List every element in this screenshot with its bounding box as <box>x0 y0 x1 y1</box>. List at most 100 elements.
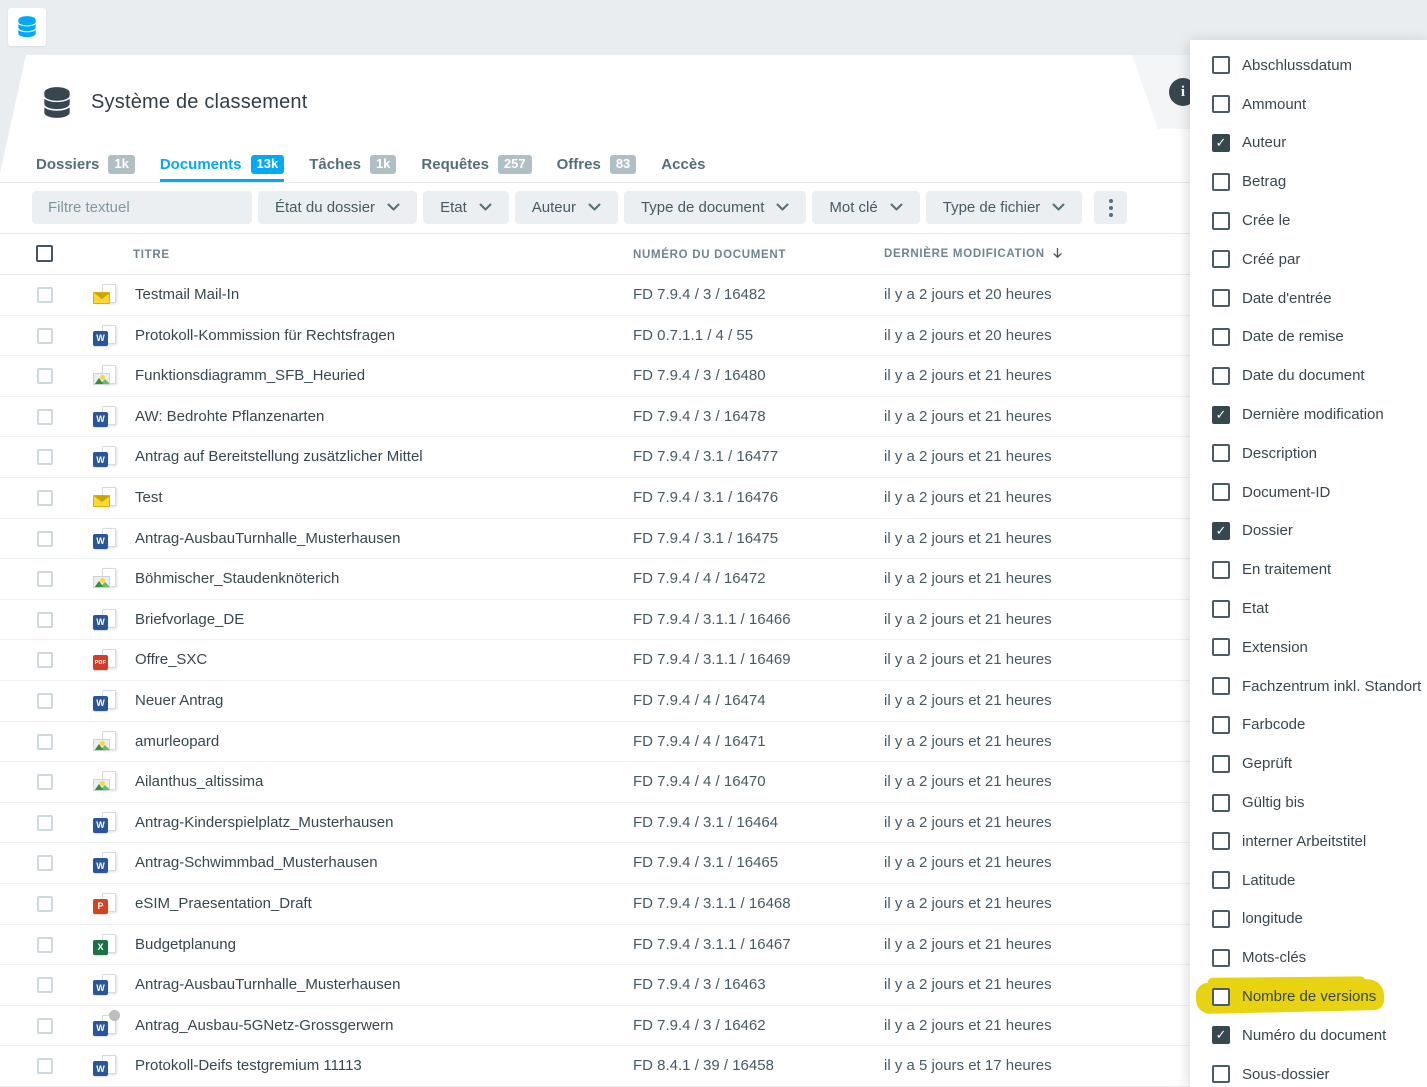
column-checkbox[interactable]: ✓ <box>1212 522 1230 540</box>
column-option[interactable]: ✓ Numéro du document <box>1190 1016 1427 1055</box>
filter-dropdown[interactable]: Auteur <box>515 191 618 224</box>
column-checkbox[interactable]: ✓ <box>1212 1026 1230 1044</box>
row-checkbox[interactable] <box>37 774 53 790</box>
column-option[interactable]: Gültig bis <box>1190 783 1427 822</box>
column-checkbox[interactable] <box>1212 677 1230 695</box>
column-checkbox[interactable] <box>1212 600 1230 618</box>
column-checkbox[interactable] <box>1212 173 1230 191</box>
column-header-title[interactable]: TITRE <box>133 249 170 261</box>
column-option[interactable]: Mots-clés <box>1190 938 1427 977</box>
filter-dropdown[interactable]: Type de fichier <box>926 191 1083 224</box>
document-title[interactable]: Ailanthus_altissima <box>135 773 263 790</box>
column-checkbox[interactable] <box>1212 212 1230 230</box>
column-option[interactable]: Date d'entrée <box>1190 279 1427 318</box>
row-checkbox[interactable] <box>37 612 53 628</box>
column-checkbox[interactable] <box>1212 988 1230 1006</box>
column-header-number[interactable]: NUMÉRO DU DOCUMENT <box>633 249 786 261</box>
select-all-checkbox[interactable] <box>36 245 53 262</box>
app-logo[interactable] <box>8 8 46 46</box>
row-checkbox[interactable] <box>37 328 53 344</box>
column-checkbox[interactable] <box>1212 367 1230 385</box>
column-option[interactable]: Etat <box>1190 589 1427 628</box>
column-option[interactable]: Farbcode <box>1190 706 1427 745</box>
row-checkbox[interactable] <box>37 652 53 668</box>
column-checkbox[interactable] <box>1212 250 1230 268</box>
tab-tâches[interactable]: Tâches 1k <box>309 150 396 182</box>
column-option[interactable]: Description <box>1190 434 1427 473</box>
column-header-modified[interactable]: DERNIÈRE MODIFICATION <box>884 246 1065 261</box>
column-checkbox[interactable] <box>1212 716 1230 734</box>
column-checkbox[interactable] <box>1212 910 1230 928</box>
tab-offres[interactable]: Offres 83 <box>557 150 637 182</box>
document-title[interactable]: AW: Bedrohte Pflanzenarten <box>135 408 324 425</box>
tab-dossiers[interactable]: Dossiers 1k <box>36 150 135 182</box>
row-checkbox[interactable] <box>37 977 53 993</box>
text-filter-input[interactable] <box>32 191 252 224</box>
document-title[interactable]: Protokoll-Deifs testgremium 11113 <box>135 1057 362 1074</box>
column-checkbox[interactable] <box>1212 755 1230 773</box>
document-title[interactable]: eSIM_Praesentation_Draft <box>135 895 312 912</box>
column-option[interactable]: Nombre de versions <box>1190 977 1427 1016</box>
document-title[interactable]: Protokoll-Kommission für Rechtsfragen <box>135 327 395 344</box>
column-option[interactable]: ✓ Auteur <box>1190 124 1427 163</box>
row-checkbox[interactable] <box>37 287 53 303</box>
column-option[interactable]: Abschlussdatum <box>1190 46 1427 85</box>
document-title[interactable]: Offre_SXC <box>135 651 207 668</box>
document-title[interactable]: Antrag_Ausbau-5GNetz-Grossgerwern <box>135 1017 393 1034</box>
column-checkbox[interactable] <box>1212 832 1230 850</box>
row-checkbox[interactable] <box>37 1018 53 1034</box>
column-checkbox[interactable] <box>1212 444 1230 462</box>
row-checkbox[interactable] <box>37 896 53 912</box>
column-option[interactable]: Geprüft <box>1190 744 1427 783</box>
column-option[interactable]: Ammount <box>1190 85 1427 124</box>
filter-dropdown[interactable]: État du dossier <box>258 191 417 224</box>
document-title[interactable]: Antrag-Schwimmbad_Musterhausen <box>135 854 378 871</box>
column-option[interactable]: Sous-dossier <box>1190 1055 1427 1087</box>
row-checkbox[interactable] <box>37 490 53 506</box>
row-checkbox[interactable] <box>37 855 53 871</box>
kebab-menu-icon[interactable] <box>1094 191 1127 224</box>
document-title[interactable]: Antrag-AusbauTurnhalle_Musterhausen <box>135 530 400 547</box>
document-title[interactable]: Funktionsdiagramm_SFB_Heuried <box>135 367 365 384</box>
column-option[interactable]: Date de remise <box>1190 318 1427 357</box>
row-checkbox[interactable] <box>37 734 53 750</box>
document-title[interactable]: Böhmischer_Staudenknöterich <box>135 570 339 587</box>
column-option[interactable]: Fachzentrum inkl. Standort <box>1190 667 1427 706</box>
column-option[interactable]: longitude <box>1190 900 1427 939</box>
column-option[interactable]: Extension <box>1190 628 1427 667</box>
column-checkbox[interactable] <box>1212 1065 1230 1083</box>
column-checkbox[interactable] <box>1212 871 1230 889</box>
row-checkbox[interactable] <box>37 531 53 547</box>
row-checkbox[interactable] <box>37 449 53 465</box>
column-option[interactable]: ✓ Dernière modification <box>1190 395 1427 434</box>
row-checkbox[interactable] <box>37 937 53 953</box>
document-title[interactable]: Antrag auf Bereitstellung zusätzlicher M… <box>135 448 423 465</box>
column-option[interactable]: Crée le <box>1190 201 1427 240</box>
row-checkbox[interactable] <box>37 571 53 587</box>
document-title[interactable]: Budgetplanung <box>135 936 236 953</box>
tab-documents[interactable]: Documents 13k <box>160 150 284 182</box>
column-option[interactable]: Date du document <box>1190 356 1427 395</box>
tab-accès[interactable]: Accès <box>661 150 705 182</box>
column-option[interactable]: Latitude <box>1190 861 1427 900</box>
document-title[interactable]: amurleopard <box>135 733 219 750</box>
document-title[interactable]: Testmail Mail-In <box>135 286 239 303</box>
filter-dropdown[interactable]: Mot clé <box>812 191 919 224</box>
row-checkbox[interactable] <box>37 693 53 709</box>
column-option[interactable]: En traitement <box>1190 550 1427 589</box>
column-checkbox[interactable] <box>1212 56 1230 74</box>
column-option[interactable]: Créé par <box>1190 240 1427 279</box>
column-option[interactable]: Betrag <box>1190 162 1427 201</box>
column-checkbox[interactable] <box>1212 95 1230 113</box>
row-checkbox[interactable] <box>37 368 53 384</box>
column-checkbox[interactable] <box>1212 949 1230 967</box>
row-checkbox[interactable] <box>37 409 53 425</box>
document-title[interactable]: Test <box>135 489 163 506</box>
row-checkbox[interactable] <box>37 1058 53 1074</box>
column-checkbox[interactable] <box>1212 289 1230 307</box>
filter-dropdown[interactable]: Type de document <box>624 191 806 224</box>
column-option[interactable]: ✓ Dossier <box>1190 512 1427 551</box>
column-option[interactable]: interner Arbeitstitel <box>1190 822 1427 861</box>
document-title[interactable]: Antrag-Kinderspielplatz_Musterhausen <box>135 814 393 831</box>
column-checkbox[interactable] <box>1212 328 1230 346</box>
